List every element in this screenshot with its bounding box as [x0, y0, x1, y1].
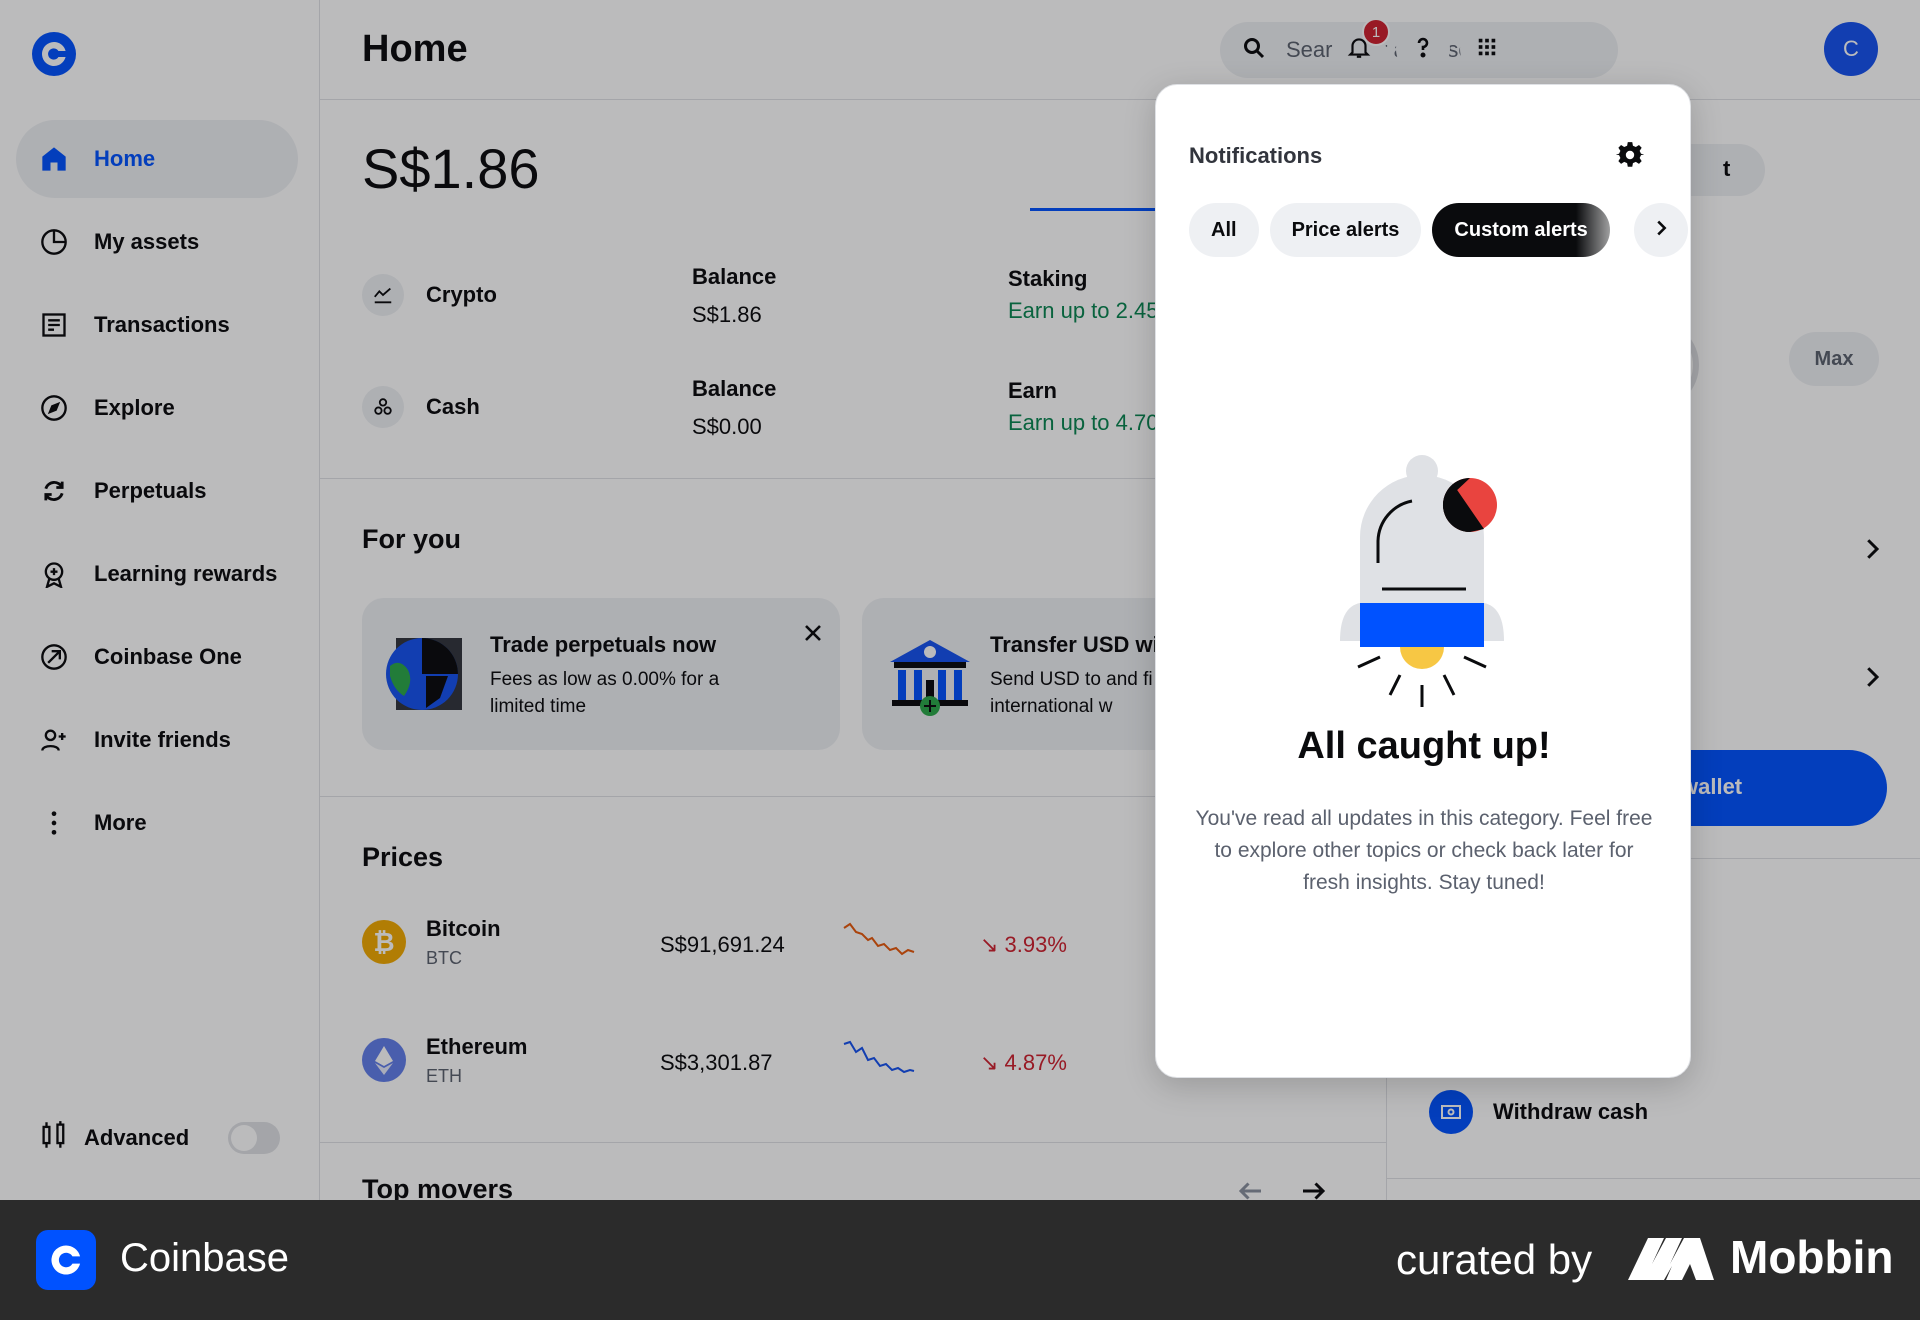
- tabs-next-button[interactable]: [1634, 203, 1688, 257]
- footer-brand: Coinbase: [120, 1236, 290, 1280]
- curation-footer: Coinbase curated by Mobbin: [0, 1200, 1920, 1320]
- curated-by-label: curated by: [1396, 1236, 1593, 1283]
- notifications-popover: Notifications All Price alerts Custom al…: [1155, 84, 1691, 1078]
- tab-price-alerts[interactable]: Price alerts: [1269, 203, 1422, 257]
- empty-state-description: You've read all updates in this category…: [1195, 807, 1653, 894]
- notification-tabs: All Price alerts Custom alerts: [1189, 203, 1610, 257]
- notifications-title: Notifications: [1189, 143, 1323, 168]
- tabs-fade: [1576, 203, 1632, 257]
- empty-state-title: All caught up!: [1297, 725, 1551, 767]
- app-window: Home My assets Transactions Explore Perp…: [0, 0, 1920, 1200]
- mobbin-name: Mobbin: [1730, 1231, 1894, 1283]
- coinbase-logo-icon: [36, 1230, 96, 1290]
- mobbin-logo-icon: [1626, 1234, 1716, 1284]
- gear-icon[interactable]: [1615, 141, 1646, 171]
- chevron-right-icon: [1650, 217, 1672, 244]
- bell-illustration-icon: [1316, 453, 1536, 743]
- tab-all[interactable]: All: [1189, 203, 1259, 257]
